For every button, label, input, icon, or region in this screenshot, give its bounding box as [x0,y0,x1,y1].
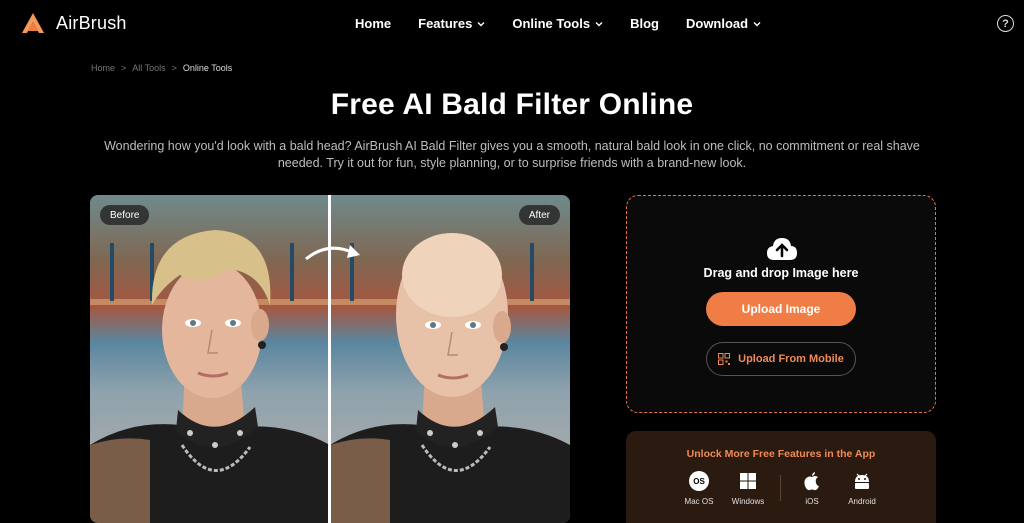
platform-ios[interactable]: iOS [787,471,837,506]
nav-home-label: Home [355,16,392,31]
windows-icon [738,471,758,491]
before-after-comparison[interactable]: Before After [90,195,570,523]
brand-logo[interactable]: AirBrush [20,11,127,35]
before-image: Before [90,195,330,523]
nav-online-tools[interactable]: Online Tools [512,16,603,31]
breadcrumb-all-tools[interactable]: All Tools [132,63,165,73]
breadcrumb-separator: > [171,63,177,73]
upload-from-mobile-label: Upload From Mobile [738,353,844,365]
macos-icon: OS [689,471,709,491]
breadcrumb-separator: > [121,63,127,73]
nav-online-tools-label: Online Tools [512,16,591,31]
macos-icon-badge: OS [689,471,709,491]
platform-label: Android [848,497,876,506]
upload-image-button[interactable]: Upload Image [706,292,856,326]
after-tag: After [518,205,560,225]
top-navbar: AirBrush Home Features Online Tools Blog… [0,0,1024,46]
app-promo-panel: Unlock More Free Features in the App OS … [626,431,936,523]
qr-code-icon [718,353,731,365]
page-description: Wondering how you'd look with a bald hea… [104,139,920,170]
nav-home[interactable]: Home [355,16,391,31]
platform-list: OS Mac OS Windows iOS Android [626,471,936,513]
main-nav: Home Features Online Tools Blog Download [355,16,788,31]
nav-download[interactable]: Download [686,16,761,31]
upload-from-mobile-button[interactable]: Upload From Mobile [706,342,856,376]
cloud-upload-icon [767,238,797,260]
android-icon [852,471,872,491]
platform-divider [780,475,781,501]
nav-blog[interactable]: Blog [630,16,659,31]
nav-features[interactable]: Features [418,16,485,31]
platform-macos[interactable]: OS Mac OS [674,471,724,506]
platform-windows[interactable]: Windows [723,471,773,506]
after-image: After [330,195,570,523]
help-icon[interactable]: ? [997,15,1014,32]
before-tag: Before [100,205,150,225]
page-title: Free AI Bald Filter Online [330,88,694,121]
nav-blog-label: Blog [630,16,659,31]
chevron-down-icon [477,21,485,26]
chevron-down-icon [753,21,761,26]
upload-dropzone[interactable]: Drag and drop Image here Upload Image Up… [626,195,936,413]
platform-label: Windows [731,497,765,506]
app-promo-title: Unlock More Free Features in the App [686,448,876,460]
drag-drop-text: Drag and drop Image here [703,266,859,280]
breadcrumb-home[interactable]: Home [91,63,115,73]
breadcrumb: Home > All Tools > Online Tools [91,63,232,73]
platform-android[interactable]: Android [837,471,887,506]
nav-features-label: Features [418,16,473,31]
platform-label: Mac OS [684,497,714,506]
breadcrumb-current: Online Tools [182,63,233,73]
brand-name: AirBrush [56,12,127,33]
airbrush-logo-icon [22,13,44,33]
apple-icon [802,471,822,491]
platform-label: iOS [805,497,819,506]
curved-arrow-icon [305,245,360,261]
nav-download-label: Download [685,16,749,31]
chevron-down-icon [595,21,603,26]
